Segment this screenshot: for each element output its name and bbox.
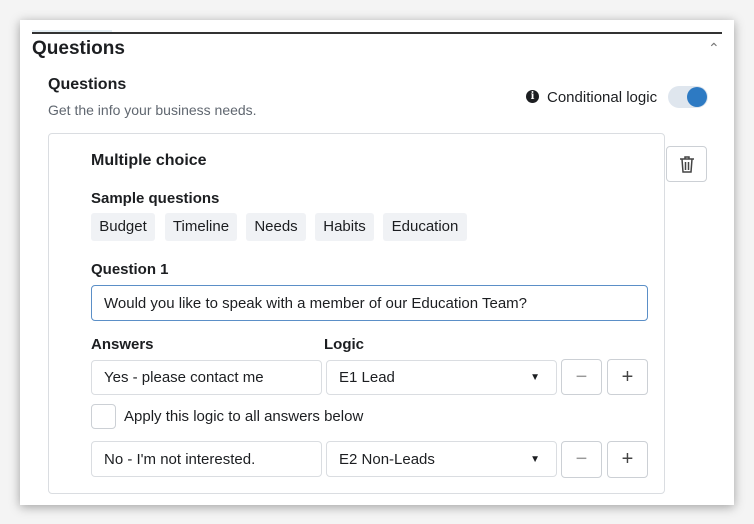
add-answer-button-2[interactable]: + (607, 441, 648, 478)
info-icon[interactable]: i (526, 90, 539, 103)
divider (32, 32, 722, 34)
add-answer-button-1[interactable]: + (607, 359, 648, 395)
delete-button[interactable] (666, 146, 707, 182)
questions-title: Questions (48, 76, 127, 93)
trash-icon (679, 156, 694, 173)
chevron-up-icon[interactable]: ⌃ (708, 40, 720, 57)
sample-chip-needs[interactable]: Needs (246, 213, 306, 241)
sample-chip-timeline[interactable]: Timeline (165, 213, 237, 241)
section-title: Questions (32, 38, 125, 59)
question-input[interactable]: Would you like to speak with a member of… (91, 285, 648, 321)
apply-logic-checkbox[interactable] (91, 404, 116, 429)
sample-questions-label: Sample questions (91, 190, 220, 207)
remove-answer-button-1[interactable]: − (561, 359, 602, 395)
apply-logic-label: Apply this logic to all answers below (124, 408, 364, 425)
sample-chip-budget[interactable]: Budget (91, 213, 155, 241)
question-label: Question 1 (91, 261, 169, 278)
caret-down-icon: ▼ (530, 372, 540, 383)
logic-select-value: E1 Lead (339, 369, 395, 386)
logic-select-value: E2 Non-Leads (339, 450, 435, 468)
minus-icon: − (575, 448, 588, 470)
logic-select-2[interactable]: E2 Non-Leads ▼ (326, 441, 557, 477)
toggle-knob (687, 87, 707, 107)
minus-icon: − (575, 365, 588, 388)
logic-select-1[interactable]: E1 Lead ▼ (326, 360, 557, 395)
remove-answer-button-2[interactable]: − (561, 441, 602, 478)
logic-label: Logic (324, 336, 364, 353)
questions-subtitle: Get the info your business needs. (48, 102, 257, 118)
conditional-logic-label: Conditional logic (547, 89, 658, 106)
question-type-title: Multiple choice (91, 152, 207, 169)
sample-chip-education[interactable]: Education (383, 213, 467, 241)
answers-label: Answers (91, 336, 154, 353)
conditional-logic-toggle[interactable] (668, 86, 708, 108)
answer-input-2[interactable]: No - I'm not interested. (91, 441, 322, 477)
sample-chip-habits[interactable]: Habits (315, 213, 374, 241)
caret-down-icon: ▼ (530, 453, 540, 465)
plus-icon: + (621, 448, 634, 470)
plus-icon: + (621, 365, 634, 388)
answer-input-1[interactable]: Yes - please contact me (91, 360, 322, 395)
